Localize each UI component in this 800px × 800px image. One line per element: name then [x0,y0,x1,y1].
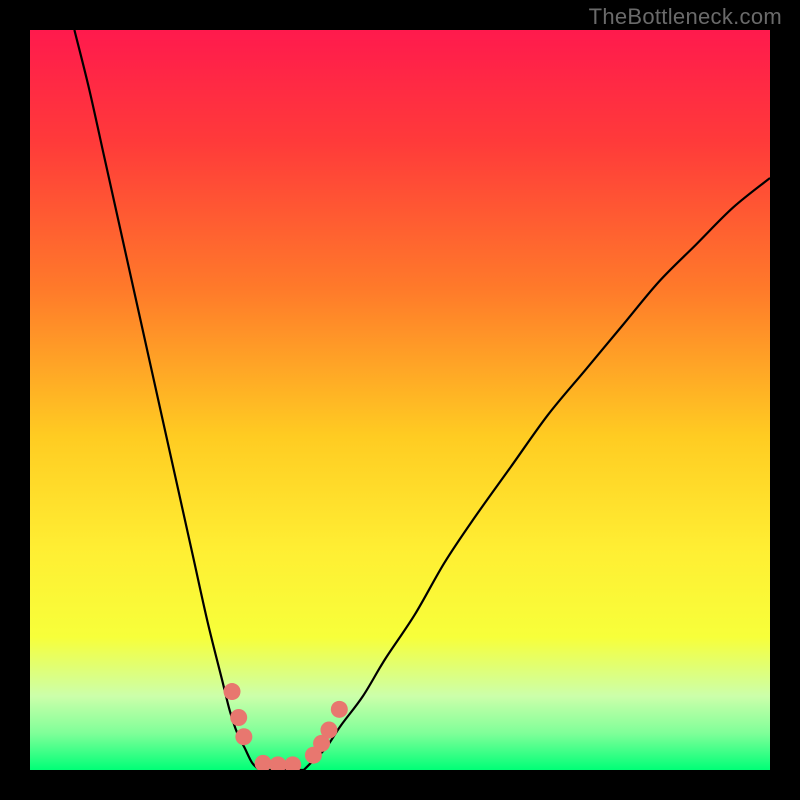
data-marker [320,722,337,739]
data-marker [331,701,348,718]
data-marker [224,683,241,700]
data-marker [235,728,252,745]
chart-svg [30,30,770,770]
gradient-background [30,30,770,770]
watermark-text: TheBottleneck.com [589,4,782,30]
chart-area [30,30,770,770]
data-marker [230,709,247,726]
